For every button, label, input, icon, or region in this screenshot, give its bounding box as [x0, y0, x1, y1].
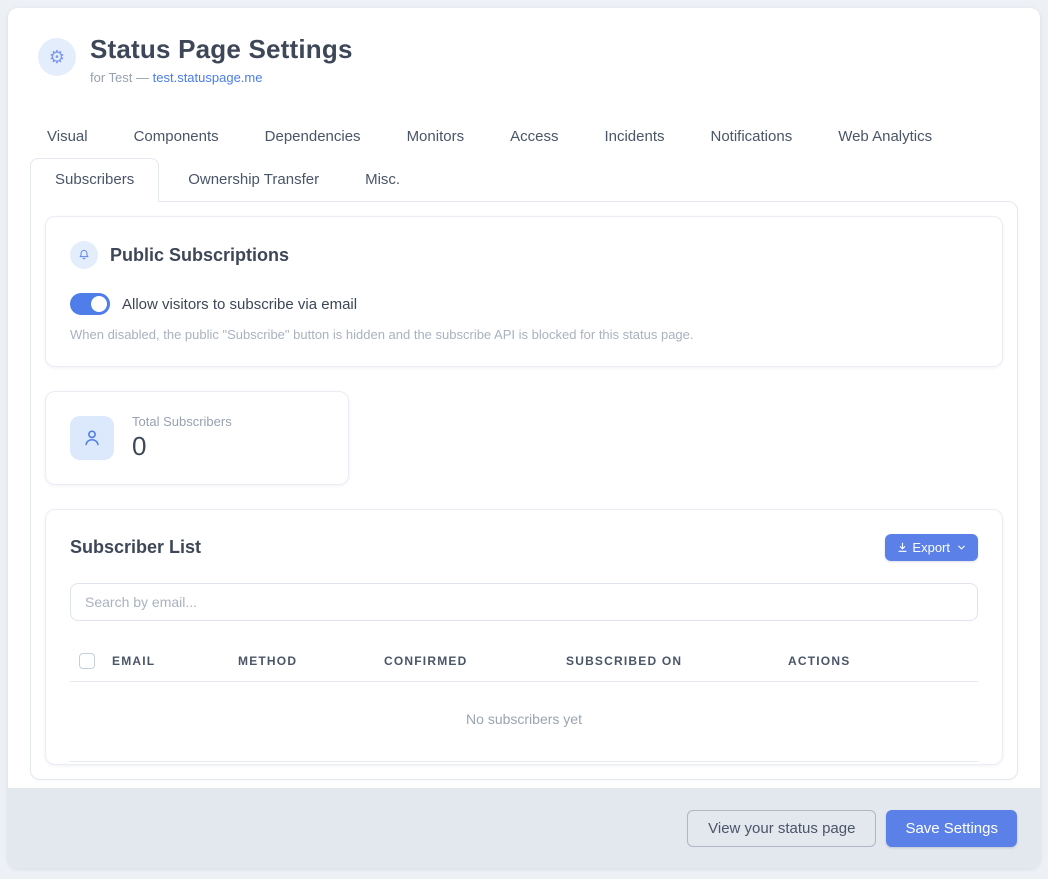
- view-status-page-button[interactable]: View your status page: [687, 810, 876, 847]
- select-all-cell: [70, 653, 112, 669]
- total-subscribers-card: Total Subscribers 0: [45, 391, 349, 485]
- public-subscriptions-header: Public Subscriptions: [70, 241, 978, 269]
- download-icon: [896, 541, 909, 554]
- chevron-down-icon: [956, 542, 967, 553]
- subscriber-list-card: Subscriber List Export: [45, 509, 1003, 765]
- bell-icon: [70, 241, 98, 269]
- tab-row-1: Visual Components Dependencies Monitors …: [30, 115, 1018, 158]
- subscribe-toggle-row: Allow visitors to subscribe via email: [70, 293, 978, 315]
- header-text: Status Page Settings for Test — test.sta…: [90, 34, 353, 85]
- column-header-email: EMAIL: [112, 654, 238, 668]
- search-input[interactable]: [70, 583, 978, 621]
- export-button-label: Export: [912, 540, 950, 555]
- tab-dependencies[interactable]: Dependencies: [248, 115, 378, 158]
- public-subscriptions-title: Public Subscriptions: [110, 245, 289, 266]
- tab-visual[interactable]: Visual: [30, 115, 105, 158]
- page-subtitle: for Test — test.statuspage.me: [90, 70, 353, 85]
- tab-ownership-transfer[interactable]: Ownership Transfer: [171, 158, 336, 201]
- subscriber-list-header: Subscriber List Export: [70, 534, 978, 561]
- tab-subscribers[interactable]: Subscribers: [30, 158, 159, 202]
- page-header: ⚙ Status Page Settings for Test — test.s…: [30, 34, 1018, 85]
- tab-notifications[interactable]: Notifications: [694, 115, 810, 158]
- person-icon: [70, 416, 114, 460]
- subscribe-helper-text: When disabled, the public "Subscribe" bu…: [70, 327, 978, 342]
- settings-tabs: Visual Components Dependencies Monitors …: [30, 115, 1018, 780]
- subscriber-list-title: Subscriber List: [70, 537, 201, 558]
- tab-misc[interactable]: Misc.: [348, 158, 417, 201]
- tab-row-2: Subscribers Ownership Transfer Misc.: [30, 158, 1018, 201]
- tab-incidents[interactable]: Incidents: [587, 115, 681, 158]
- empty-state-message: No subscribers yet: [70, 682, 978, 762]
- column-header-method: METHOD: [238, 654, 384, 668]
- stat-label: Total Subscribers: [132, 414, 232, 429]
- stat-value: 0: [132, 431, 232, 462]
- subscribers-tab-panel: Public Subscriptions Allow visitors to s…: [30, 201, 1018, 780]
- export-button[interactable]: Export: [885, 534, 978, 561]
- allow-subscribe-toggle[interactable]: [70, 293, 110, 315]
- select-all-checkbox[interactable]: [79, 653, 95, 669]
- save-settings-button[interactable]: Save Settings: [886, 810, 1017, 847]
- subscribers-table: EMAIL METHOD CONFIRMED SUBSCRIBED ON ACT…: [70, 643, 978, 762]
- column-header-actions: ACTIONS: [788, 654, 978, 668]
- main-content: ⚙ Status Page Settings for Test — test.s…: [8, 8, 1040, 788]
- tab-web-analytics[interactable]: Web Analytics: [821, 115, 949, 158]
- allow-subscribe-label: Allow visitors to subscribe via email: [122, 296, 357, 313]
- status-page-link[interactable]: test.statuspage.me: [153, 70, 263, 85]
- column-header-subscribed-on: SUBSCRIBED ON: [566, 654, 788, 668]
- public-subscriptions-card: Public Subscriptions Allow visitors to s…: [45, 216, 1003, 367]
- column-header-confirmed: CONFIRMED: [384, 654, 566, 668]
- stat-text: Total Subscribers 0: [132, 414, 232, 462]
- tab-components[interactable]: Components: [117, 115, 236, 158]
- tab-monitors[interactable]: Monitors: [390, 115, 482, 158]
- toggle-knob: [91, 296, 107, 312]
- subtitle-prefix: for Test —: [90, 70, 153, 85]
- footer-action-bar: View your status page Save Settings: [8, 788, 1040, 868]
- status-page-settings-window: ⚙ Status Page Settings for Test — test.s…: [8, 8, 1040, 868]
- gear-icon: ⚙: [38, 38, 76, 76]
- table-header-row: EMAIL METHOD CONFIRMED SUBSCRIBED ON ACT…: [70, 643, 978, 682]
- tab-access[interactable]: Access: [493, 115, 575, 158]
- page-title: Status Page Settings: [90, 34, 353, 65]
